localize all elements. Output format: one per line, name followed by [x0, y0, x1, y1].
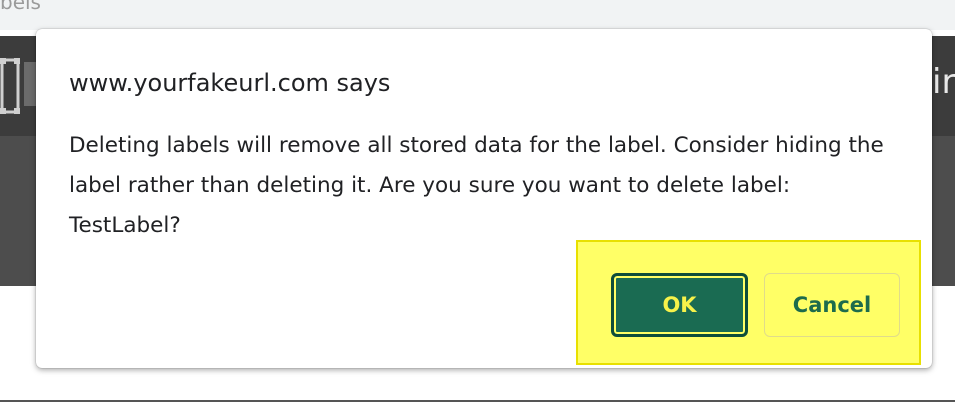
header-right-text-fragment: ir [932, 62, 955, 102]
page-divider [0, 400, 955, 402]
tab-title-fragment: bels [0, 0, 41, 14]
ok-button[interactable]: OK [611, 273, 748, 337]
app-logo-icon [0, 58, 20, 114]
browser-tab-bar: bels [0, 0, 955, 30]
dialog-message: Deleting labels will remove all stored d… [69, 133, 884, 238]
cancel-button[interactable]: Cancel [764, 273, 900, 337]
dialog-title: www.yourfakeurl.com says [69, 69, 391, 97]
